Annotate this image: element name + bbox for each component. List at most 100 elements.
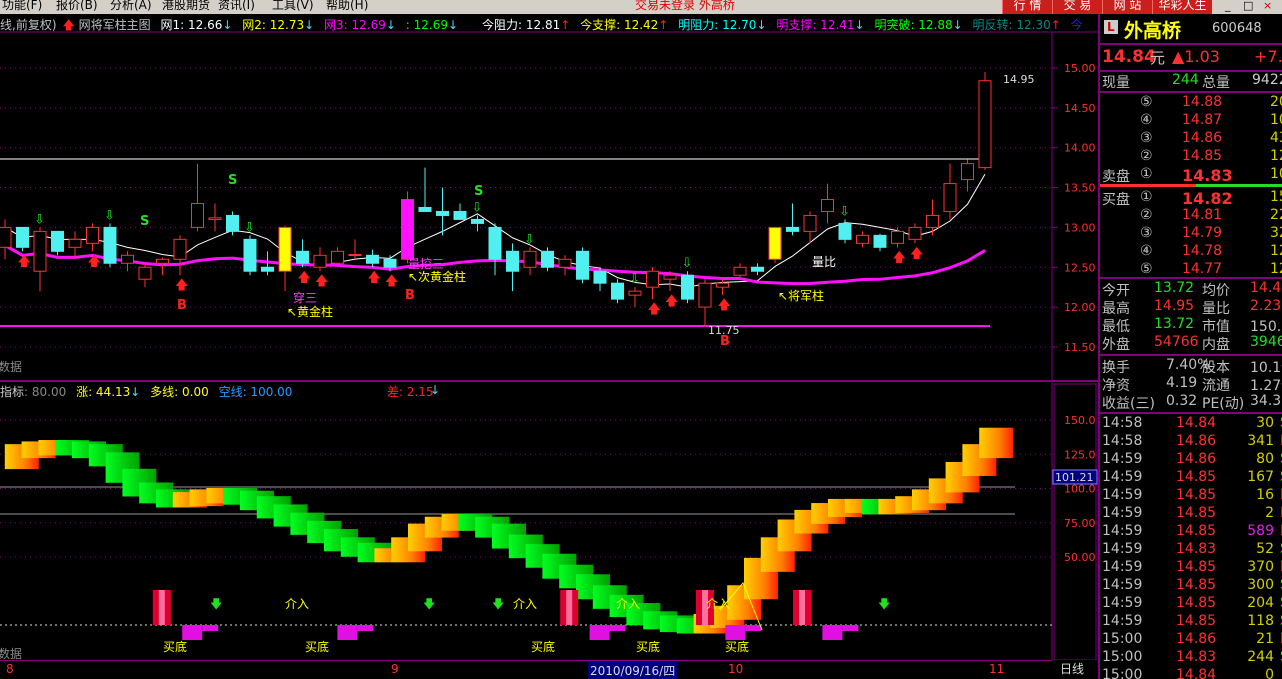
bid-row: ② 14.81 225	[1102, 207, 1282, 225]
candle	[418, 206, 432, 212]
stat-row: 最高 14.95 量比 2.23	[1102, 298, 1282, 317]
trade-price: 14.84	[1176, 415, 1217, 431]
stat-value: 54766	[1154, 334, 1199, 350]
cell: 收益(三)	[1102, 396, 1155, 412]
entry-label: 介入	[285, 597, 309, 611]
price-axis-label: 11.50	[1064, 341, 1096, 354]
entry-label: 介入	[706, 597, 730, 611]
last-price: 14.84	[1102, 47, 1156, 67]
candle	[16, 226, 29, 248]
ask-volume: 12	[1270, 148, 1282, 164]
price-row: 14.84 元 ▲1.03 +7.4	[1102, 47, 1282, 69]
trade-volume: 30	[1256, 415, 1274, 431]
trade-volume: 21	[1256, 631, 1274, 647]
trade-row: 14:5914.85204S	[1102, 595, 1282, 613]
candle	[401, 199, 414, 260]
candle	[278, 226, 292, 272]
stock-code: 600648	[1212, 21, 1262, 36]
restore-button[interactable]: □	[1243, 0, 1253, 12]
quote-panel: L 外高桥 600648 14.84 元 ▲1.03 +7.4 现量 244 总…	[1098, 14, 1282, 679]
stat-value: 13.72	[1154, 316, 1195, 332]
down-arrow-icon: ⇩	[524, 232, 535, 247]
up-arrow-icon: 🡅	[893, 250, 906, 265]
candle	[348, 253, 362, 256]
candle	[296, 250, 309, 264]
up-arrow-icon: 🡅	[648, 302, 661, 317]
candle	[243, 238, 257, 272]
level-icon: ④	[1140, 112, 1153, 128]
magenta-bar	[589, 625, 610, 640]
buy-bottom-label: 买底	[531, 639, 555, 654]
candle	[576, 250, 589, 280]
trade-time: 14:59	[1102, 613, 1143, 629]
candle	[68, 238, 82, 248]
price-axis-label: 12.50	[1064, 261, 1096, 274]
up-arrow-icon: 🡅	[718, 298, 731, 313]
pattern-label: 穿三	[293, 290, 317, 305]
candle	[156, 258, 169, 264]
pattern-label: ↖次黄金柱	[408, 269, 466, 284]
down-arrow-icon: ⇩	[34, 212, 45, 227]
stat-row: 收益(三) 0.32 PE(动) 34.3	[1102, 393, 1282, 412]
level-icon: ①	[1140, 189, 1153, 205]
stock-badge: L	[1104, 20, 1118, 34]
bid-ask-bar-red	[1100, 184, 1196, 187]
ask-row: ⑤ 14.88 205	[1102, 94, 1282, 112]
now-volume-label: 现量	[1102, 75, 1130, 91]
cell: 市值	[1202, 319, 1230, 335]
candle	[961, 163, 974, 181]
candle	[313, 254, 327, 268]
bid-volume: 321	[1270, 225, 1282, 241]
trade-price: 14.85	[1176, 559, 1217, 575]
trade-row: 14:5914.85370B	[1102, 559, 1282, 577]
level-icon: ③	[1140, 225, 1153, 241]
down-arrow-icon: ⇩	[629, 272, 640, 287]
cell: 净资	[1102, 378, 1130, 394]
date-cursor: 2010/09/16/四	[588, 662, 678, 679]
up-arrow-icon: 🡅	[910, 246, 923, 261]
candle	[471, 218, 484, 224]
bid-volume: 152	[1270, 189, 1282, 205]
bid-price: 14.79	[1182, 225, 1223, 241]
trade-price: 14.86	[1176, 433, 1217, 449]
down-arrow-icon: 🡇	[492, 597, 504, 611]
price-axis-label: 13.50	[1064, 182, 1096, 195]
buy-signal: B	[177, 298, 187, 313]
sell-signal: S	[474, 184, 483, 199]
candle	[121, 254, 134, 264]
bid-label: 买盘	[1102, 192, 1130, 208]
price-axis-label: 14.50	[1064, 102, 1096, 115]
entry-label: 介入	[513, 597, 537, 611]
cell: 量比	[1202, 301, 1230, 317]
ask-row: ④ 14.87 105	[1102, 112, 1282, 130]
volume-row: 现量 244 总量 94227	[1102, 72, 1282, 91]
stat-row: 最低 13.72 市值 150.0亿	[1102, 316, 1282, 335]
candle	[541, 250, 554, 268]
now-volume: 244	[1172, 72, 1199, 88]
candle	[173, 238, 187, 260]
price-axis-label: 13.00	[1064, 221, 1096, 234]
down-arrow-icon: 🡇	[210, 597, 222, 611]
trade-time: 14:59	[1102, 451, 1143, 467]
candle	[646, 270, 659, 288]
magenta-bar	[337, 625, 358, 640]
close-button[interactable]: ×	[1263, 0, 1272, 12]
cell: PE(动)	[1202, 396, 1245, 412]
tab-life[interactable]: 华彩人生	[1152, 0, 1212, 14]
up-arrow-icon: 🡅	[18, 254, 31, 269]
chart-canvas[interactable]: 15.00 14.50 14.00 13.50 13.00 12.50 12.00 11.50…	[0, 0, 1098, 660]
candle	[51, 230, 64, 252]
period-button[interactable]: 日线	[1060, 660, 1084, 677]
bid-price: 14.77	[1182, 261, 1223, 277]
cell: 最低	[1102, 319, 1130, 335]
trade-time: 15:00	[1102, 667, 1143, 679]
minimize-button[interactable]: _	[1225, 0, 1231, 12]
candle	[191, 202, 204, 228]
tab-website[interactable]: 网 站	[1102, 0, 1152, 14]
buy-bottom-label: 买底	[636, 639, 660, 654]
trade-price: 14.85	[1176, 487, 1217, 503]
red-bar-highlight	[566, 590, 573, 625]
trade-price: 14.83	[1176, 541, 1217, 557]
stat-row: 换手7.40%股本10.1亿	[1102, 357, 1282, 376]
ask-price: 14.88	[1182, 94, 1223, 110]
